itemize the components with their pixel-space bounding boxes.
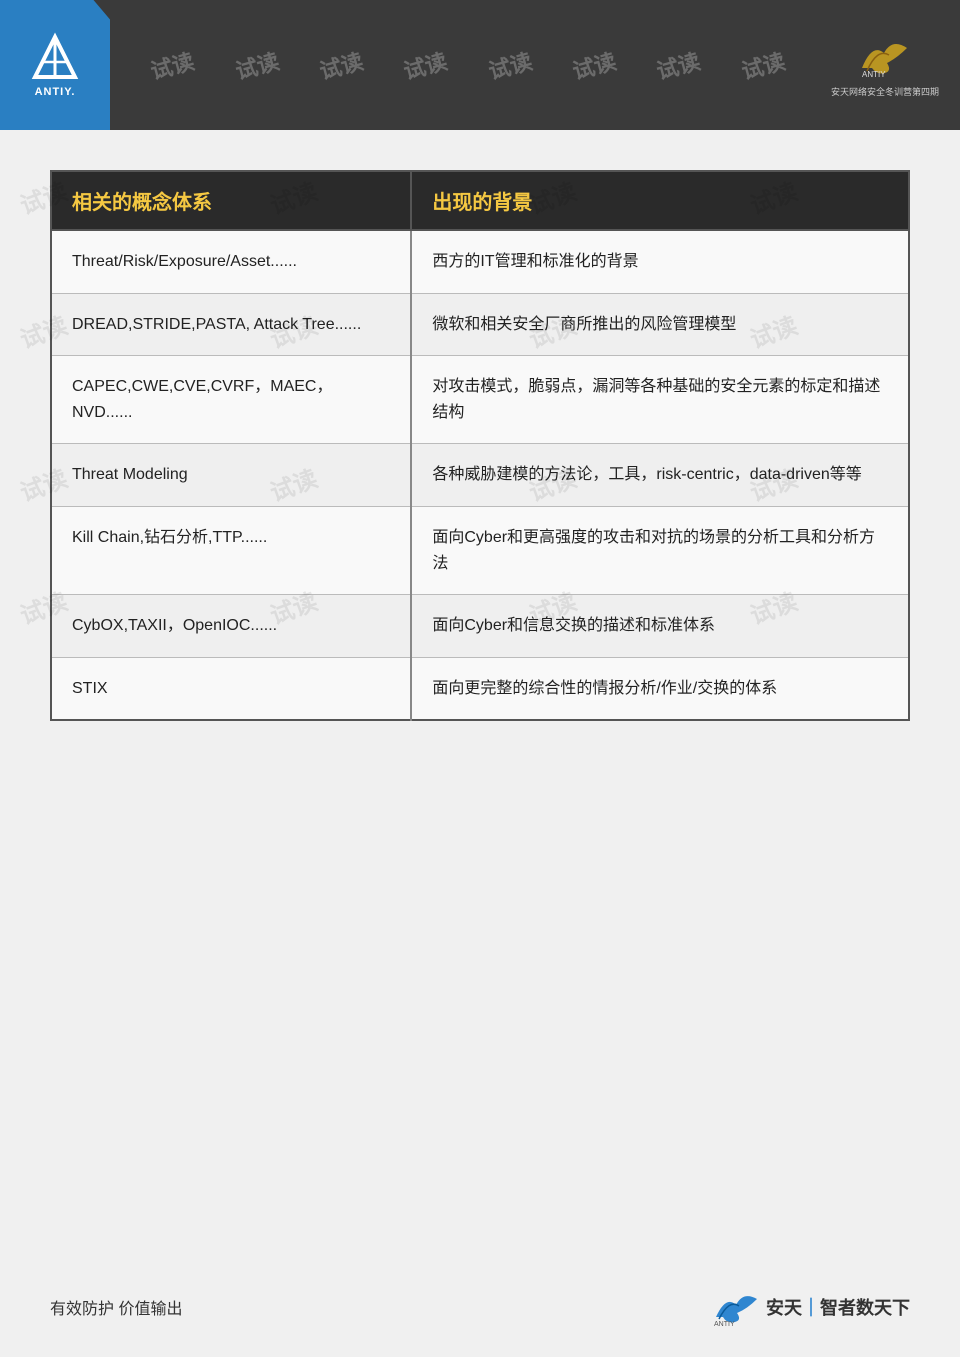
table-cell-col2: 西方的IT管理和标准化的背景	[411, 230, 909, 293]
table-row: DREAD,STRIDE,PASTA, Attack Tree......微软和…	[51, 293, 909, 356]
footer-brand: ANTIY 安天｜智者数天下	[711, 1287, 910, 1327]
svg-text:ANTIY: ANTIY	[862, 70, 886, 78]
svg-text:ANTIY: ANTIY	[714, 1321, 735, 1327]
table-cell-col1: CybOX,TAXII，OpenIOC......	[51, 595, 411, 658]
header-wm-4: 试读	[400, 44, 451, 86]
header-wm-7: 试读	[653, 44, 704, 86]
table-cell-col2: 各种威胁建模的方法论，工具，risk-centric，data-driven等等	[411, 444, 909, 507]
table-cell-col1: Threat/Risk/Exposure/Asset......	[51, 230, 411, 293]
header-wm-1: 试读	[147, 44, 198, 86]
header: ANTIY. 试读 试读 试读 试读 试读 试读 试读 试读 ANTIY 安天网…	[0, 0, 960, 130]
footer-brand-name: 安天	[766, 1298, 802, 1318]
logo-text: ANTIY.	[35, 86, 76, 98]
table-cell-col2: 面向更完整的综合性的情报分析/作业/交换的体系	[411, 657, 909, 720]
table-cell-col1: DREAD,STRIDE,PASTA, Attack Tree......	[51, 293, 411, 356]
table-row: CAPEC,CWE,CVE,CVRF，MAEC，NVD......对攻击模式，脆…	[51, 356, 909, 444]
table-cell-col1: CAPEC,CWE,CVE,CVRF，MAEC，NVD......	[51, 356, 411, 444]
table-row: Threat Modeling各种威胁建模的方法论，工具，risk-centri…	[51, 444, 909, 507]
col1-header: 相关的概念体系	[51, 171, 411, 230]
table-cell-col1: Kill Chain,钻石分析,TTP......	[51, 506, 411, 594]
table-row: Kill Chain,钻石分析,TTP......面向Cyber和更高强度的攻击…	[51, 506, 909, 594]
table-cell-col2: 面向Cyber和更高强度的攻击和对抗的场景的分析工具和分析方法	[411, 506, 909, 594]
header-wm-2: 试读	[231, 44, 282, 86]
table-header-row: 相关的概念体系 出现的背景	[51, 171, 909, 230]
footer-brand-icon: ANTIY	[711, 1287, 761, 1327]
header-wm-5: 试读	[484, 44, 535, 86]
header-wm-6: 试读	[569, 44, 620, 86]
table-cell-col1: STIX	[51, 657, 411, 720]
main-content: 试读 试读 试读 试读 试读 试读 试读 试读 试读 试读 试读 试读 试读 试…	[0, 130, 960, 741]
footer-brand-slogan: 智者数天下	[820, 1298, 910, 1318]
concept-table: 相关的概念体系 出现的背景 Threat/Risk/Exposure/Asset…	[50, 170, 910, 721]
header-watermarks: 试读 试读 试读 试读 试读 试读 试读 试读	[110, 49, 825, 81]
table-cell-col2: 微软和相关安全厂商所推出的风险管理模型	[411, 293, 909, 356]
footer-left-text: 有效防护 价值输出	[50, 1295, 182, 1319]
brand-emblem: ANTIY 安天网络安全冬训营第四期	[831, 33, 939, 98]
header-wm-3: 试读	[316, 44, 367, 86]
table-row: STIX面向更完整的综合性的情报分析/作业/交换的体系	[51, 657, 909, 720]
brand-emblem-icon: ANTIY	[857, 33, 912, 78]
header-wm-8: 试读	[737, 44, 788, 86]
col2-header: 出现的背景	[411, 171, 909, 230]
antiy-logo-icon	[25, 32, 85, 82]
brand-subtitle: 安天网络安全冬训营第四期	[831, 85, 939, 98]
table-cell-col2: 面向Cyber和信息交换的描述和标准体系	[411, 595, 909, 658]
logo-box: ANTIY.	[0, 0, 110, 130]
table-cell-col1: Threat Modeling	[51, 444, 411, 507]
table-row: Threat/Risk/Exposure/Asset......西方的IT管理和…	[51, 230, 909, 293]
table-row: CybOX,TAXII，OpenIOC......面向Cyber和信息交换的描述…	[51, 595, 909, 658]
header-brand-right: ANTIY 安天网络安全冬训营第四期	[825, 25, 945, 105]
footer-right: ANTIY 安天｜智者数天下	[711, 1287, 910, 1327]
footer: 有效防护 价值输出 ANTIY 安天｜智者数天下	[0, 1287, 960, 1327]
footer-brand-text: 安天｜智者数天下	[766, 1294, 910, 1320]
table-cell-col2: 对攻击模式，脆弱点，漏洞等各种基础的安全元素的标定和描述结构	[411, 356, 909, 444]
